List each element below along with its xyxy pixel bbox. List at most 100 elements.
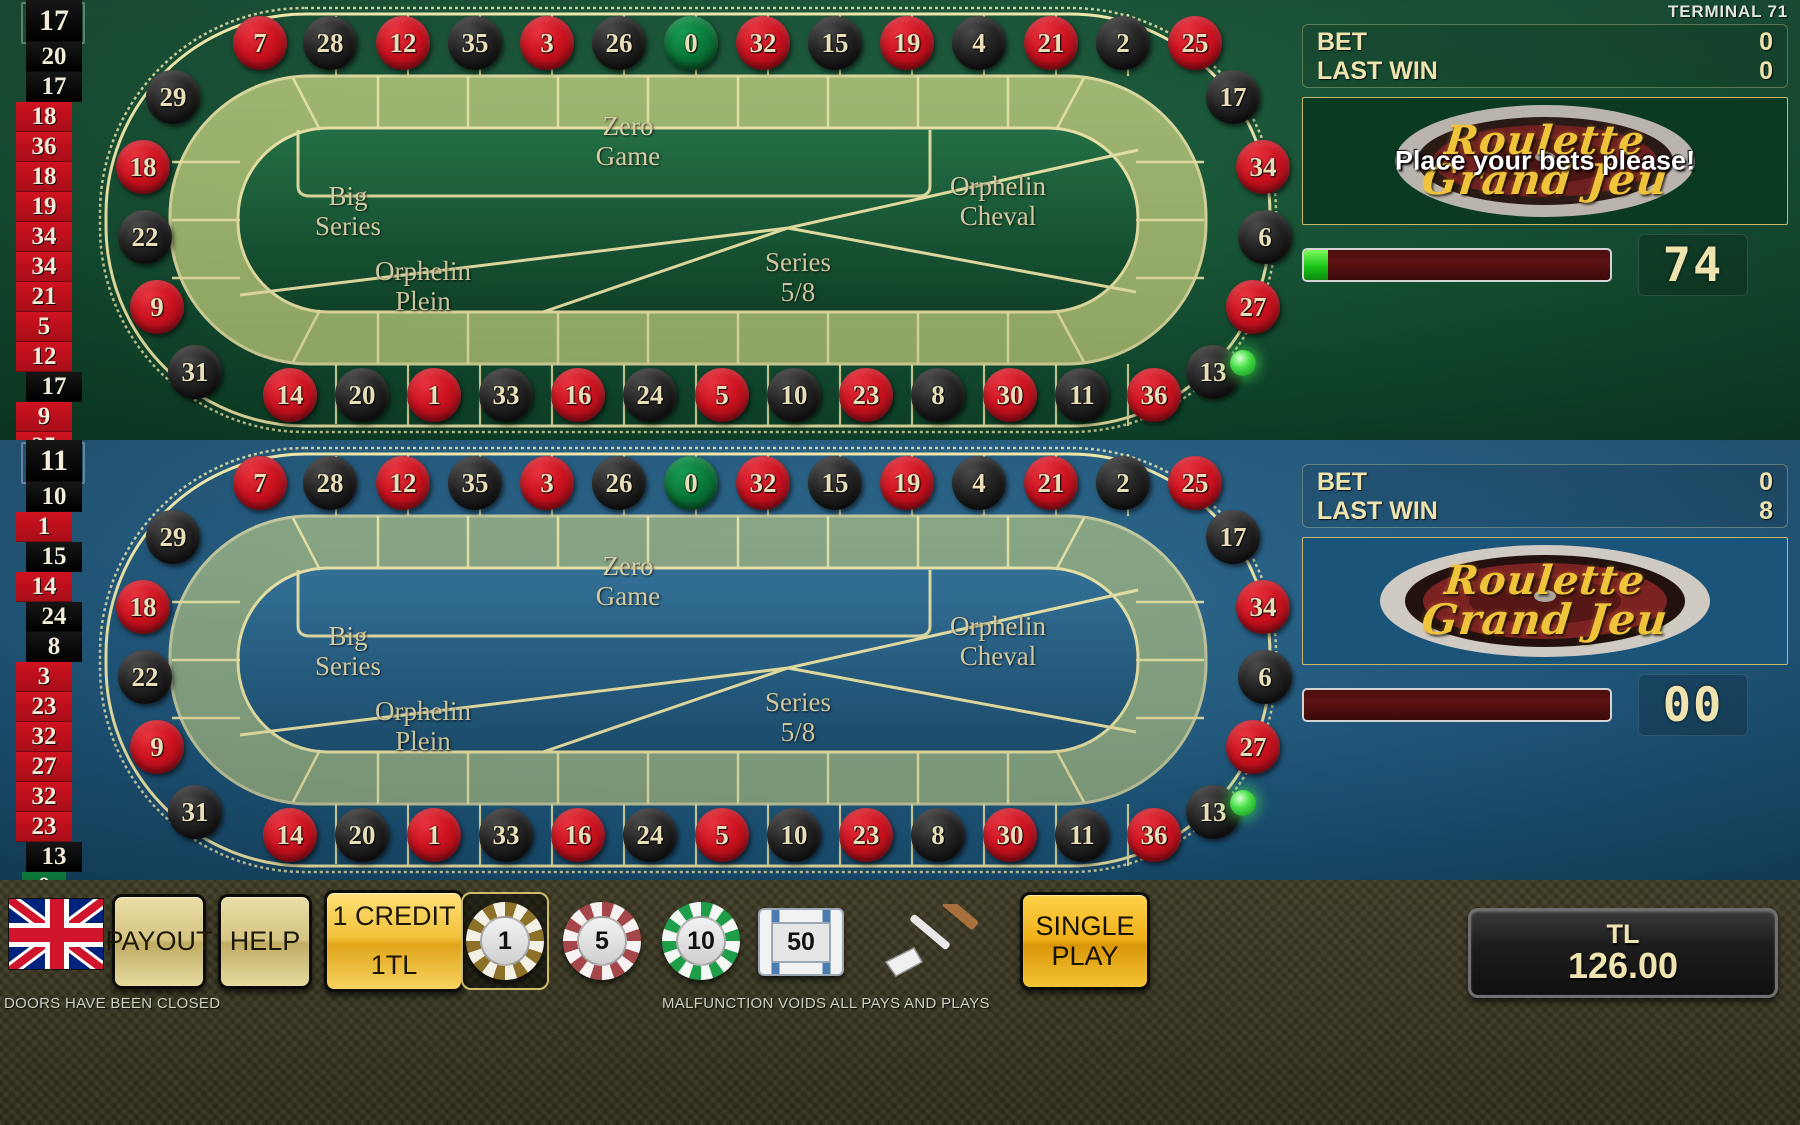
payout-button[interactable]: PAYOUT [106, 894, 213, 989]
racetrack-number-34[interactable]: 34 [1236, 140, 1290, 194]
racetrack-number-26[interactable]: 26 [592, 16, 646, 70]
racetrack-number-7[interactable]: 7 [233, 456, 287, 510]
racetrack-number-18[interactable]: 18 [116, 580, 170, 634]
racetrack-number-32[interactable]: 32 [736, 16, 790, 70]
racetrack-number-1[interactable]: 1 [407, 368, 461, 422]
racetrack-number-7[interactable]: 7 [233, 16, 287, 70]
racetrack-number-4[interactable]: 4 [952, 456, 1006, 510]
racetrack-number-13[interactable]: 13 [1186, 345, 1240, 399]
racetrack-number-0[interactable]: 0 [664, 456, 718, 510]
racetrack-number-22[interactable]: 22 [118, 650, 172, 704]
racetrack-number-28[interactable]: 28 [303, 16, 357, 70]
racetrack-number-36[interactable]: 36 [1127, 368, 1181, 422]
racetrack-number-29[interactable]: 29 [146, 70, 200, 124]
racetrack-number-35[interactable]: 35 [448, 456, 502, 510]
racetrack-number-14[interactable]: 14 [263, 808, 317, 862]
racetrack-number-8[interactable]: 8 [911, 368, 965, 422]
racetrack-green[interactable]: Zero Game Big Series Orphelin Plein Seri… [88, 0, 1292, 440]
racetrack-number-20[interactable]: 20 [335, 808, 389, 862]
racetrack-number-33[interactable]: 33 [479, 808, 533, 862]
racetrack-number-23[interactable]: 23 [839, 368, 893, 422]
racetrack-number-32[interactable]: 32 [736, 456, 790, 510]
racetrack-number-2[interactable]: 2 [1096, 456, 1150, 510]
racetrack-number-10[interactable]: 10 [767, 368, 821, 422]
racetrack-number-26[interactable]: 26 [592, 456, 646, 510]
sector-zero-game[interactable]: Zero Game [518, 111, 738, 171]
credit-denomination-button[interactable]: 1 CREDIT 1TL [324, 890, 464, 992]
help-button[interactable]: HELP [218, 894, 312, 989]
sector-orphelin-plein-blue[interactable]: Orphelin Plein [318, 696, 528, 756]
racetrack-number-25[interactable]: 25 [1168, 456, 1222, 510]
uk-flag-icon[interactable] [8, 898, 104, 970]
racetrack-number-6[interactable]: 6 [1238, 650, 1292, 704]
racetrack-number-17[interactable]: 17 [1206, 510, 1260, 564]
racetrack-blue[interactable]: Zero Game Big Series Orphelin Plein Seri… [88, 440, 1292, 880]
racetrack-number-0[interactable]: 0 [664, 16, 718, 70]
racetrack-number-13[interactable]: 13 [1186, 785, 1240, 839]
racetrack-number-20[interactable]: 20 [335, 368, 389, 422]
racetrack-number-28[interactable]: 28 [303, 456, 357, 510]
racetrack-number-36[interactable]: 36 [1127, 808, 1181, 862]
racetrack-number-15[interactable]: 15 [808, 16, 862, 70]
racetrack-number-33[interactable]: 33 [479, 368, 533, 422]
racetrack-number-9[interactable]: 9 [130, 280, 184, 334]
racetrack-number-25[interactable]: 25 [1168, 16, 1222, 70]
timer-display-blue: 00 [1638, 674, 1748, 736]
racetrack-number-24[interactable]: 24 [623, 808, 677, 862]
racetrack-number-23[interactable]: 23 [839, 808, 893, 862]
racetrack-number-8[interactable]: 8 [911, 808, 965, 862]
racetrack-number-27[interactable]: 27 [1226, 720, 1280, 774]
racetrack-number-21[interactable]: 21 [1024, 456, 1078, 510]
sector-orphelin-cheval[interactable]: Orphelin Cheval [888, 171, 1108, 231]
racetrack-number-29[interactable]: 29 [146, 510, 200, 564]
racetrack-number-12[interactable]: 12 [376, 16, 430, 70]
racetrack-number-15[interactable]: 15 [808, 456, 862, 510]
chip-50-value: 50 [771, 921, 831, 963]
racetrack-number-11[interactable]: 11 [1055, 808, 1109, 862]
racetrack-number-6[interactable]: 6 [1238, 210, 1292, 264]
racetrack-number-5[interactable]: 5 [695, 368, 749, 422]
sector-zero-game-blue[interactable]: Zero Game [518, 551, 738, 611]
racetrack-number-11[interactable]: 11 [1055, 368, 1109, 422]
rake-icon[interactable] [880, 897, 990, 989]
racetrack-number-10[interactable]: 10 [767, 808, 821, 862]
racetrack-number-5[interactable]: 5 [695, 808, 749, 862]
game-logo-green: Roulette Grand Jeu Place your bets pleas… [1302, 97, 1788, 225]
racetrack-number-19[interactable]: 19 [880, 456, 934, 510]
sector-big-series-blue[interactable]: Big Series [263, 621, 433, 681]
racetrack-number-22[interactable]: 22 [118, 210, 172, 264]
racetrack-number-24[interactable]: 24 [623, 368, 677, 422]
racetrack-number-30[interactable]: 30 [983, 808, 1037, 862]
racetrack-number-3[interactable]: 3 [520, 16, 574, 70]
racetrack-number-27[interactable]: 27 [1226, 280, 1280, 334]
racetrack-number-18[interactable]: 18 [116, 140, 170, 194]
racetrack-number-4[interactable]: 4 [952, 16, 1006, 70]
chip-5[interactable]: 5 [563, 902, 641, 980]
racetrack-number-16[interactable]: 16 [551, 368, 605, 422]
racetrack-number-34[interactable]: 34 [1236, 580, 1290, 634]
chip-1[interactable]: 1 [466, 902, 544, 980]
sector-orphelin-cheval-blue[interactable]: Orphelin Cheval [888, 611, 1108, 671]
racetrack-number-31[interactable]: 31 [168, 785, 222, 839]
racetrack-number-9[interactable]: 9 [130, 720, 184, 774]
racetrack-number-14[interactable]: 14 [263, 368, 317, 422]
racetrack-number-35[interactable]: 35 [448, 16, 502, 70]
racetrack-number-12[interactable]: 12 [376, 456, 430, 510]
racetrack-number-30[interactable]: 30 [983, 368, 1037, 422]
racetrack-number-1[interactable]: 1 [407, 808, 461, 862]
bet-timer-bar-blue [1302, 688, 1612, 722]
sector-big-series[interactable]: Big Series [263, 181, 433, 241]
racetrack-number-19[interactable]: 19 [880, 16, 934, 70]
chip-10[interactable]: 10 [662, 902, 740, 980]
sector-series-58[interactable]: Series 5/8 [698, 247, 898, 307]
racetrack-number-2[interactable]: 2 [1096, 16, 1150, 70]
single-play-button[interactable]: SINGLE PLAY [1020, 892, 1150, 990]
racetrack-number-21[interactable]: 21 [1024, 16, 1078, 70]
racetrack-number-31[interactable]: 31 [168, 345, 222, 399]
sector-orphelin-plein[interactable]: Orphelin Plein [318, 256, 528, 316]
sector-series-58-blue[interactable]: Series 5/8 [698, 687, 898, 747]
racetrack-number-3[interactable]: 3 [520, 456, 574, 510]
racetrack-number-16[interactable]: 16 [551, 808, 605, 862]
chip-50[interactable]: 50 [758, 908, 844, 976]
racetrack-number-17[interactable]: 17 [1206, 70, 1260, 124]
